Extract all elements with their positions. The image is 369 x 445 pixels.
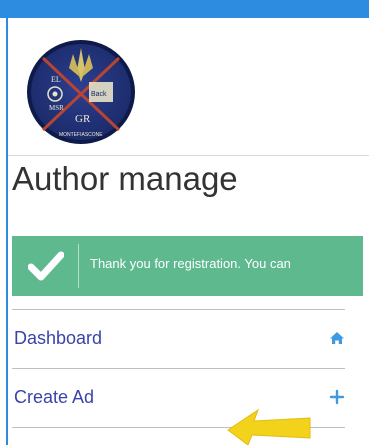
alert-divider [78,244,79,288]
menu-item-label[interactable]: Dashboard [14,328,102,349]
registration-success-alert: Thank you for registration. You can [12,236,363,296]
plus-icon[interactable] [329,389,345,405]
svg-text:EL: EL [51,75,61,84]
page-title: Author manage [12,160,238,197]
svg-text:MONTEFIASCONE: MONTEFIASCONE [59,132,103,138]
highlight-arrow-icon [227,408,311,445]
alert-message: Thank you for registration. You can [90,256,291,271]
top-bar [0,0,369,18]
organization-seal-logo[interactable]: EL MSR Back GR MONTEFIASCONE [25,38,137,146]
site-header: EL MSR Back GR MONTEFIASCONE [8,18,369,156]
svg-text:GR: GR [75,113,91,125]
page: EL MSR Back GR MONTEFIASCONE Author mana… [0,0,369,445]
check-icon [28,251,64,281]
svg-text:MSR: MSR [49,104,64,112]
svg-text:Back: Back [91,91,107,98]
menu-item-dashboard[interactable]: Dashboard [12,309,345,369]
menu-item-label[interactable]: Create Ad [14,387,94,408]
home-icon[interactable] [329,330,345,346]
